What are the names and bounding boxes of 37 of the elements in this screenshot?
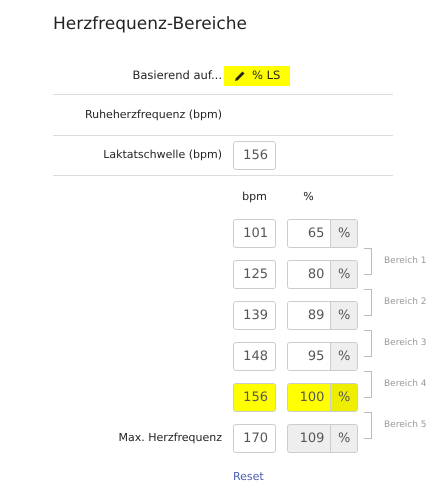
zone-label: Bereich 1 bbox=[384, 254, 426, 268]
percent-input[interactable]: 89 % bbox=[287, 301, 358, 330]
resting-hr-label: Ruheherzfrequenz (bpm) bbox=[84, 106, 222, 123]
percent-input[interactable]: 65 % bbox=[287, 219, 358, 248]
percent-input[interactable]: 80 % bbox=[287, 260, 358, 289]
bpm-input[interactable]: 139 bbox=[233, 301, 276, 330]
percent-addon: % bbox=[330, 302, 357, 329]
percent-addon: % bbox=[330, 384, 357, 411]
zone-bracket bbox=[364, 289, 372, 316]
zone-label: Bereich 3 bbox=[384, 336, 426, 350]
percent-column-header: % bbox=[302, 189, 315, 206]
basis-label: Basierend auf... bbox=[131, 67, 222, 84]
bpm-input[interactable]: 156 bbox=[233, 383, 276, 412]
zone-label: Bereich 5 bbox=[384, 418, 426, 432]
reset-link[interactable]: Reset bbox=[233, 469, 264, 486]
zone-bracket bbox=[364, 371, 372, 398]
threshold-label: Laktatschwelle (bpm) bbox=[102, 147, 222, 164]
zone-label: Bereich 2 bbox=[384, 296, 426, 309]
percent-addon: % bbox=[330, 261, 357, 288]
zone-bracket bbox=[364, 330, 372, 357]
percent-input[interactable]: 95 % bbox=[287, 342, 358, 371]
percent-input[interactable]: 100 % bbox=[287, 383, 358, 412]
zone-bracket bbox=[364, 248, 372, 275]
bpm-column-header: bpm bbox=[241, 189, 268, 206]
max-hr-label: Max. Herzfrequenz bbox=[118, 431, 222, 444]
bpm-input[interactable]: 148 bbox=[233, 342, 276, 371]
percent-addon: % bbox=[330, 425, 357, 452]
bpm-input[interactable]: 101 bbox=[233, 219, 276, 248]
percent-addon: % bbox=[330, 343, 357, 370]
zone-label: Bereich 4 bbox=[384, 378, 426, 391]
page-title: Herzfrequenz-Bereiche bbox=[53, 13, 248, 36]
bpm-input[interactable]: 125 bbox=[233, 260, 276, 289]
zone-bracket bbox=[364, 412, 372, 439]
percent-addon: % bbox=[330, 220, 357, 247]
basis-edit-button[interactable]: % LS bbox=[224, 66, 290, 86]
pencil-icon bbox=[234, 70, 246, 82]
threshold-input[interactable]: 156 bbox=[233, 141, 276, 170]
